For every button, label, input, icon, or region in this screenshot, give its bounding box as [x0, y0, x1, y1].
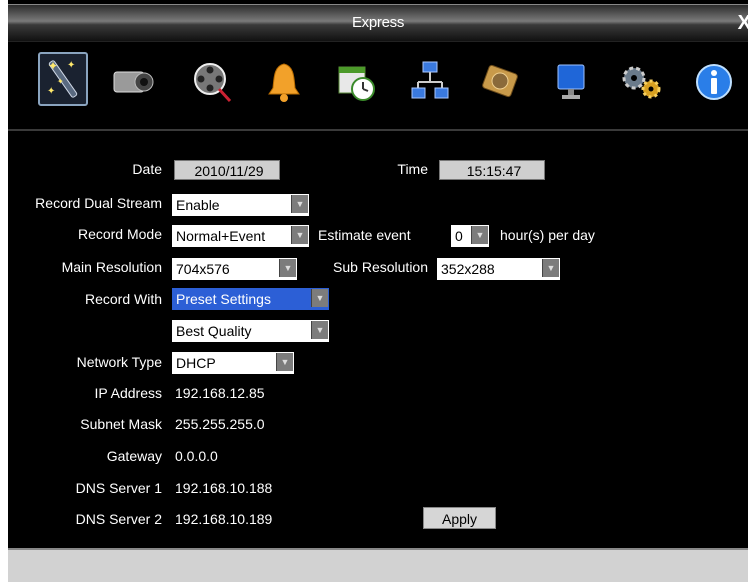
record-mode-value: Normal+Event	[176, 228, 266, 244]
sub-resolution-select[interactable]: 352x288 ▼	[437, 258, 560, 280]
dns-server-2-value: 192.168.10.189	[175, 511, 273, 527]
ip-address-label: IP Address	[94, 385, 162, 401]
gateway-label: Gateway	[106, 448, 162, 464]
main-resolution-value: 704x576	[176, 261, 230, 277]
network-type-select[interactable]: DHCP ▼	[172, 352, 294, 374]
dual-stream-label: Record Dual Stream	[35, 195, 162, 211]
estimate-unit: hour(s) per day	[500, 227, 595, 243]
svg-text:✦: ✦	[48, 59, 58, 73]
status-bar	[8, 548, 748, 582]
camera-icon[interactable]	[108, 54, 160, 110]
network-type-value: DHCP	[176, 355, 216, 371]
network-type-label: Network Type	[76, 354, 162, 370]
subnet-mask-label: Subnet Mask	[80, 416, 162, 432]
record-with-value: Preset Settings	[176, 291, 271, 307]
dropdown-arrow-icon[interactable]: ▼	[311, 289, 328, 307]
hdd-icon[interactable]	[476, 54, 528, 110]
quality-select[interactable]: Best Quality ▼	[172, 320, 329, 342]
dropdown-arrow-icon[interactable]: ▼	[311, 321, 328, 339]
record-with-select[interactable]: Preset Settings ▼	[172, 288, 329, 310]
toolbar-divider	[8, 129, 748, 131]
main-resolution-label: Main Resolution	[61, 259, 162, 275]
gateway-value: 0.0.0.0	[175, 448, 218, 464]
dns-server-1-label: DNS Server 1	[75, 480, 162, 496]
title-bar: Express X	[8, 4, 748, 42]
dropdown-arrow-icon[interactable]: ▼	[542, 259, 559, 277]
dual-stream-value: Enable	[176, 197, 220, 213]
dropdown-arrow-icon[interactable]: ▼	[291, 195, 308, 213]
apply-button[interactable]: Apply	[423, 507, 496, 529]
record-mode-label: Record Mode	[77, 226, 162, 242]
gears-icon[interactable]	[616, 54, 668, 110]
record-mode-select[interactable]: Normal+Event ▼	[172, 225, 309, 247]
dropdown-arrow-icon[interactable]: ▼	[279, 259, 296, 277]
dns-server-2-label: DNS Server 2	[75, 511, 162, 527]
subnet-mask-value: 255.255.255.0	[175, 416, 265, 432]
time-field[interactable]: 15:15:47	[439, 160, 545, 180]
schedule-icon[interactable]	[331, 54, 383, 110]
sub-resolution-value: 352x288	[441, 261, 495, 277]
date-label: Date	[132, 161, 162, 177]
dropdown-arrow-icon[interactable]: ▼	[471, 226, 488, 244]
window-title: Express	[351, 14, 405, 31]
dns-server-1-value: 192.168.10.188	[175, 480, 273, 496]
record-with-label: Record With	[84, 291, 162, 307]
ip-address-value: 192.168.12.85	[175, 385, 265, 401]
time-label: Time	[397, 161, 428, 177]
network-icon[interactable]	[404, 54, 456, 110]
monitor-icon[interactable]	[546, 54, 598, 110]
close-button[interactable]: X	[738, 12, 748, 35]
bell-icon[interactable]	[258, 54, 310, 110]
svg-text:✦: ✦	[67, 60, 75, 71]
estimate-event-select[interactable]: 0 ▼	[451, 225, 489, 247]
wand-icon[interactable]: ✦ ✦ ✦ ✦	[38, 52, 88, 106]
toolbar: ✦ ✦ ✦ ✦	[8, 44, 748, 124]
estimate-event-label: Estimate event	[318, 227, 411, 243]
date-field[interactable]: 2010/11/29	[174, 160, 280, 180]
svg-text:✦: ✦	[57, 77, 64, 86]
estimate-event-value: 0	[455, 228, 463, 244]
sub-resolution-label: Sub Resolution	[333, 259, 428, 275]
quality-value: Best Quality	[176, 323, 252, 339]
svg-text:✦: ✦	[47, 86, 55, 97]
dropdown-arrow-icon[interactable]: ▼	[276, 353, 293, 371]
dual-stream-select[interactable]: Enable ▼	[172, 194, 309, 216]
dropdown-arrow-icon[interactable]: ▼	[291, 226, 308, 244]
main-resolution-select[interactable]: 704x576 ▼	[172, 258, 297, 280]
info-icon[interactable]	[688, 54, 740, 110]
film-reel-icon[interactable]	[186, 54, 238, 110]
